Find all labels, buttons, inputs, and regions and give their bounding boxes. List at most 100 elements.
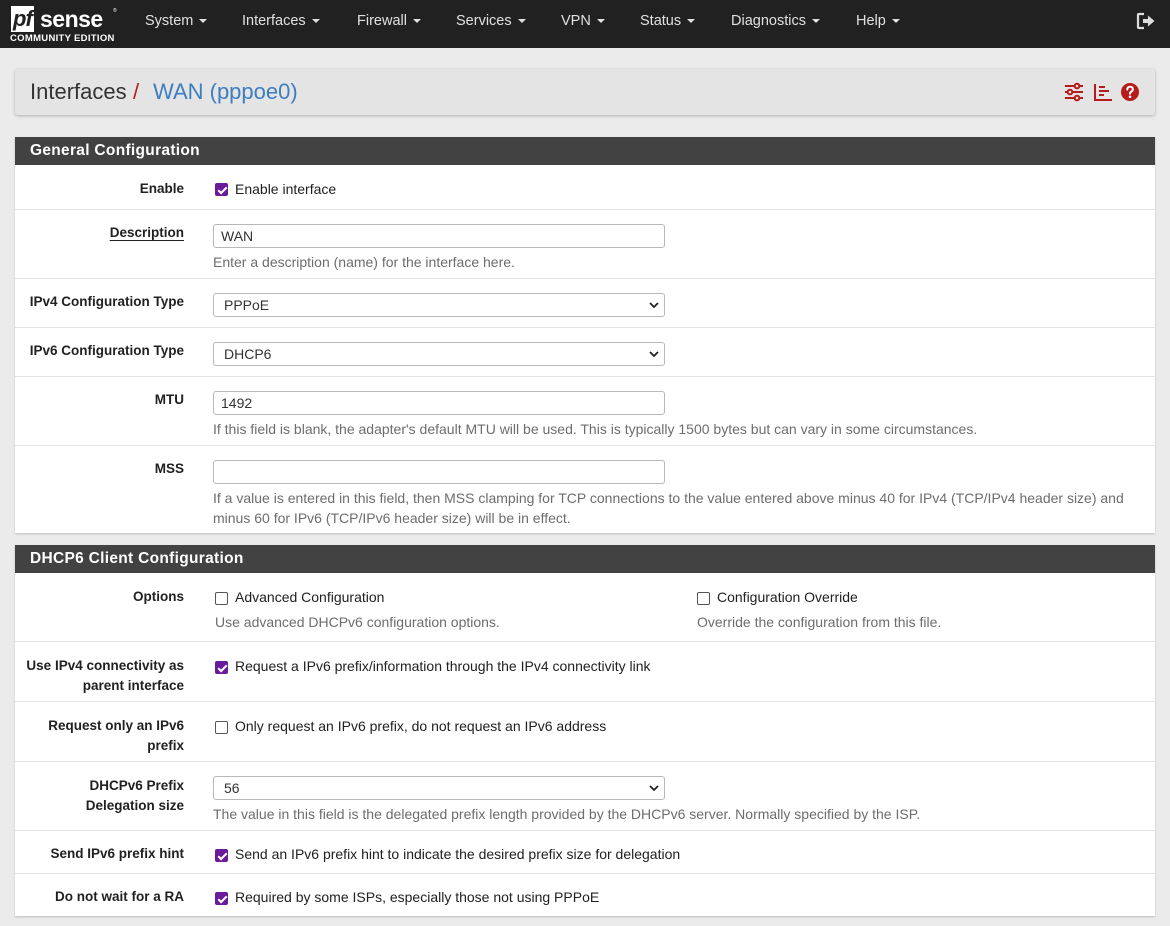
- description-help: Enter a description (name) for the inter…: [213, 254, 515, 270]
- ipv6-type-select[interactable]: DHCP6: [213, 342, 665, 366]
- nav-firewall-label: Firewall: [357, 13, 407, 29]
- mtu-input[interactable]: 1492: [213, 391, 665, 415]
- ipv4-type-value: PPPoE: [224, 297, 270, 313]
- enable-row: Enable Enable interface: [15, 165, 1155, 209]
- nav-status-label: Status: [640, 13, 682, 29]
- dhcp6-client-configuration-panel: DHCP6 Client Configuration Options Advan…: [15, 545, 1155, 916]
- enable-interface-text: Enable interface: [235, 181, 337, 197]
- nav-diagnostics-label: Diagnostics: [731, 13, 806, 29]
- nav-vpn[interactable]: VPN: [561, 0, 605, 48]
- nav-system-label: System: [145, 13, 194, 29]
- configuration-override-help: Override the configuration from this fil…: [697, 614, 942, 630]
- list-chart-icon[interactable]: [1093, 82, 1113, 102]
- mss-row: MSS If a value is entered in this field,…: [15, 445, 1155, 533]
- top-navbar: pf sense ® COMMUNITY EDITION System Inte…: [0, 0, 1170, 48]
- pfsense-logo[interactable]: pf sense ® COMMUNITY EDITION: [10, 4, 118, 44]
- enable-label: Enable: [139, 181, 184, 196]
- nav-help-label: Help: [856, 13, 886, 29]
- nav-interfaces[interactable]: Interfaces: [242, 0, 320, 48]
- nav-vpn-label: VPN: [561, 13, 591, 29]
- options-label: Options: [133, 589, 184, 604]
- nav-interfaces-label: Interfaces: [242, 13, 306, 29]
- logo-trademark: ®: [113, 8, 117, 14]
- breadcrumb: Interfaces / WAN (pppoe0): [15, 69, 1155, 115]
- do-not-wait-ra-label: Do not wait for a RA: [55, 889, 184, 904]
- ipv6-type-label: IPv6 Configuration Type: [29, 343, 184, 358]
- prefix-delegation-size-value: 56: [224, 780, 240, 796]
- breadcrumb-root: Interfaces: [30, 79, 127, 104]
- do-not-wait-ra-row: Do not wait for a RA Required by some IS…: [15, 873, 1155, 916]
- ipv4-type-select[interactable]: PPPoE: [213, 293, 665, 317]
- breadcrumb-current-page[interactable]: WAN (pppoe0): [153, 69, 298, 115]
- dhcp6-client-configuration-heading: DHCP6 Client Configuration: [15, 545, 1155, 573]
- chevron-down-icon: [687, 19, 696, 24]
- use-ipv4-connectivity-checkbox[interactable]: [215, 661, 228, 674]
- logo-pf-mark: pf: [11, 6, 34, 32]
- logo-sense-text: sense: [40, 6, 103, 32]
- ipv6-type-row: IPv6 Configuration Type DHCP6: [15, 327, 1155, 376]
- nav-firewall[interactable]: Firewall: [357, 0, 421, 48]
- mtu-row: MTU 1492 If this field is blank, the ada…: [15, 376, 1155, 445]
- advanced-configuration-text: Advanced Configuration: [235, 589, 385, 605]
- chevron-down-icon: [811, 19, 820, 24]
- description-input[interactable]: WAN: [213, 224, 665, 248]
- chevron-down-icon: [199, 19, 208, 24]
- prefix-delegation-size-select[interactable]: 56: [213, 776, 665, 800]
- help-icon[interactable]: [1120, 82, 1140, 102]
- use-ipv4-label-line-2: parent interface: [82, 678, 184, 693]
- logout-icon[interactable]: [1136, 12, 1156, 30]
- description-label[interactable]: Description: [110, 223, 184, 243]
- send-prefix-hint-text: Send an IPv6 prefix hint to indicate the…: [235, 846, 681, 862]
- do-not-wait-ra-checkbox[interactable]: [215, 892, 228, 905]
- chevron-down-icon: [596, 19, 605, 24]
- send-prefix-hint-label: Send IPv6 prefix hint: [50, 846, 184, 861]
- nav-services[interactable]: Services: [456, 0, 526, 48]
- use-ipv4-connectivity-row: Use IPv4 connectivity as parent interfac…: [15, 641, 1155, 701]
- nav-status[interactable]: Status: [640, 0, 696, 48]
- use-ipv4-connectivity-text: Request a IPv6 prefix/information throug…: [235, 658, 651, 674]
- nav-services-label: Services: [456, 13, 512, 29]
- mtu-label: MTU: [154, 392, 184, 407]
- enable-interface-checkbox[interactable]: [215, 183, 228, 196]
- chevron-down-icon: [311, 19, 320, 24]
- mtu-help: If this field is blank, the adapter's de…: [213, 421, 978, 437]
- nav-diagnostics[interactable]: Diagnostics: [731, 0, 820, 48]
- ipv4-type-row: IPv4 Configuration Type PPPoE: [15, 278, 1155, 327]
- chevron-down-icon: [649, 785, 659, 792]
- ipv6-type-value: DHCP6: [224, 346, 272, 362]
- advanced-configuration-checkbox[interactable]: [215, 592, 228, 605]
- request-only-label-line-1: Request only an IPv6: [48, 718, 184, 733]
- breadcrumb-separator: /: [133, 79, 140, 104]
- request-only-label-line-2: prefix: [147, 738, 184, 753]
- prefix-delegation-size-help: The value in this field is the delegated…: [213, 806, 921, 822]
- chevron-down-icon: [649, 351, 659, 358]
- chevron-down-icon: [412, 19, 421, 24]
- send-prefix-hint-checkbox[interactable]: [215, 849, 228, 862]
- sliders-icon[interactable]: [1064, 82, 1084, 102]
- request-only-prefix-row: Request only an IPv6 prefix Only request…: [15, 701, 1155, 761]
- request-only-prefix-checkbox[interactable]: [215, 721, 228, 734]
- mss-help-line-2: minus 60 for IPv6 (TCP/IPv6 header size)…: [213, 510, 571, 526]
- nav-help[interactable]: Help: [856, 0, 900, 48]
- nav-system[interactable]: System: [145, 0, 208, 48]
- use-ipv4-label-line-1: Use IPv4 connectivity as: [26, 658, 184, 673]
- prefix-size-label-line-2: Delegation size: [85, 798, 184, 813]
- mss-label: MSS: [154, 461, 184, 476]
- general-configuration-panel: General Configuration Enable Enable inte…: [15, 137, 1155, 533]
- configuration-override-checkbox[interactable]: [697, 592, 710, 605]
- mss-help-line-1: If a value is entered in this field, the…: [213, 490, 1124, 506]
- request-only-prefix-text: Only request an IPv6 prefix, do not requ…: [235, 718, 607, 734]
- chevron-down-icon: [517, 19, 526, 24]
- prefix-size-label-line-1: DHCPv6 Prefix: [89, 778, 184, 793]
- mss-input[interactable]: [213, 460, 665, 484]
- send-prefix-hint-row: Send IPv6 prefix hint Send an IPv6 prefi…: [15, 830, 1155, 873]
- general-configuration-heading: General Configuration: [15, 137, 1155, 165]
- description-row: Description WAN Enter a description (nam…: [15, 209, 1155, 278]
- configuration-override-text: Configuration Override: [717, 589, 858, 605]
- advanced-configuration-help: Use advanced DHCPv6 configuration option…: [215, 614, 500, 630]
- chevron-down-icon: [649, 302, 659, 309]
- ipv4-type-label: IPv4 Configuration Type: [29, 294, 184, 309]
- do-not-wait-ra-text: Required by some ISPs, especially those …: [235, 889, 600, 905]
- chevron-down-icon: [891, 19, 900, 24]
- prefix-delegation-size-row: DHCPv6 Prefix Delegation size 56 The val…: [15, 761, 1155, 830]
